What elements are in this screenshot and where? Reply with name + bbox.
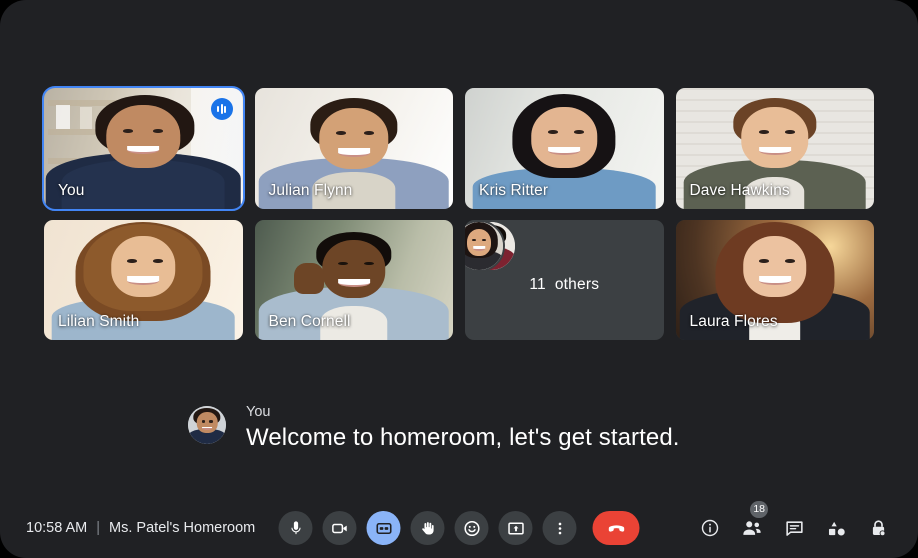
camera-icon: [331, 523, 347, 533]
end-call-icon: [608, 525, 624, 532]
overflow-label: others: [554, 275, 600, 293]
participant-tile-lilian-smith[interactable]: Lilian Smith: [44, 219, 243, 340]
overflow-count-label: 11 others: [529, 276, 599, 294]
participant-name: Ben Cornell: [268, 313, 351, 330]
participant-name: Julian Flynn: [268, 181, 353, 199]
participant-tile-you[interactable]: You: [42, 86, 245, 211]
participant-grid: You Julian Flynn Kris Ritter Dave Hawkin…: [42, 86, 874, 340]
closed-captions-icon: [375, 522, 392, 534]
captions-button[interactable]: [366, 511, 401, 545]
participant-tile-dave-hawkins[interactable]: Dave Hawkins: [675, 88, 874, 209]
microphone-button[interactable]: [278, 511, 313, 545]
more-options-button[interactable]: [542, 511, 577, 545]
participant-tile-laura-flores[interactable]: Laura Flores: [675, 219, 874, 340]
chat-button[interactable]: [778, 512, 810, 544]
chat-bubble-icon: [785, 520, 803, 536]
call-controls: [278, 511, 640, 545]
participant-tile-ben-cornell[interactable]: Ben Cornell: [254, 219, 453, 340]
caption-body: Welcome to homeroom, let's get started.: [246, 424, 680, 451]
meeting-name: Ms. Patel's Homeroom: [109, 520, 256, 536]
participant-tile-kris-ritter[interactable]: Kris Ritter: [465, 88, 664, 209]
lock-icon: [872, 519, 885, 536]
participant-name: Dave Hawkins: [689, 181, 790, 199]
raise-hand-icon: [421, 521, 434, 535]
present-screen-icon: [507, 522, 524, 534]
activities-button[interactable]: [820, 512, 852, 544]
raise-hand-button[interactable]: [410, 511, 445, 545]
overflow-count: 11: [529, 275, 546, 293]
host-controls-button[interactable]: [862, 512, 894, 544]
participant-tile-julian-flynn[interactable]: Julian Flynn: [254, 88, 453, 209]
people-button[interactable]: 18: [736, 501, 768, 544]
info-icon: [701, 519, 719, 537]
people-count-badge: 18: [750, 501, 768, 518]
end-call-button[interactable]: [592, 511, 640, 545]
caption-text-wrap: You Welcome to homeroom, let's get start…: [246, 402, 680, 454]
caption-avatar: [188, 406, 226, 444]
right-toolbar: 18: [694, 501, 894, 544]
caption-speaker: You: [246, 404, 271, 420]
bottom-toolbar: 10:58 AM | Ms. Patel's Homeroom 18: [0, 498, 918, 558]
participant-name: You: [58, 181, 85, 199]
audio-level-icon: [210, 98, 233, 120]
camera-button[interactable]: [322, 511, 357, 545]
live-caption: You Welcome to homeroom, let's get start…: [188, 402, 680, 454]
meeting-time: 10:58 AM: [26, 520, 88, 536]
meta-separator: |: [96, 520, 101, 536]
reactions-button[interactable]: [454, 511, 489, 545]
present-button[interactable]: [498, 511, 533, 545]
activities-shapes-icon: [828, 521, 845, 535]
participant-name: Kris Ritter: [479, 181, 549, 199]
participant-name: Laura Flores: [689, 313, 778, 330]
more-vertical-icon: [558, 522, 561, 534]
emoji-smiley-icon: [463, 520, 480, 536]
participant-name: Lilian Smith: [58, 313, 140, 330]
microphone-icon: [290, 520, 301, 534]
people-icon: [743, 521, 761, 535]
meeting-window: You Julian Flynn Kris Ritter Dave Hawkin…: [0, 0, 918, 558]
avatar: [465, 219, 505, 272]
overflow-participants-tile[interactable]: 11 others: [465, 219, 664, 340]
meeting-meta: 10:58 AM | Ms. Patel's Homeroom: [26, 520, 255, 536]
meeting-details-button[interactable]: [694, 512, 726, 544]
